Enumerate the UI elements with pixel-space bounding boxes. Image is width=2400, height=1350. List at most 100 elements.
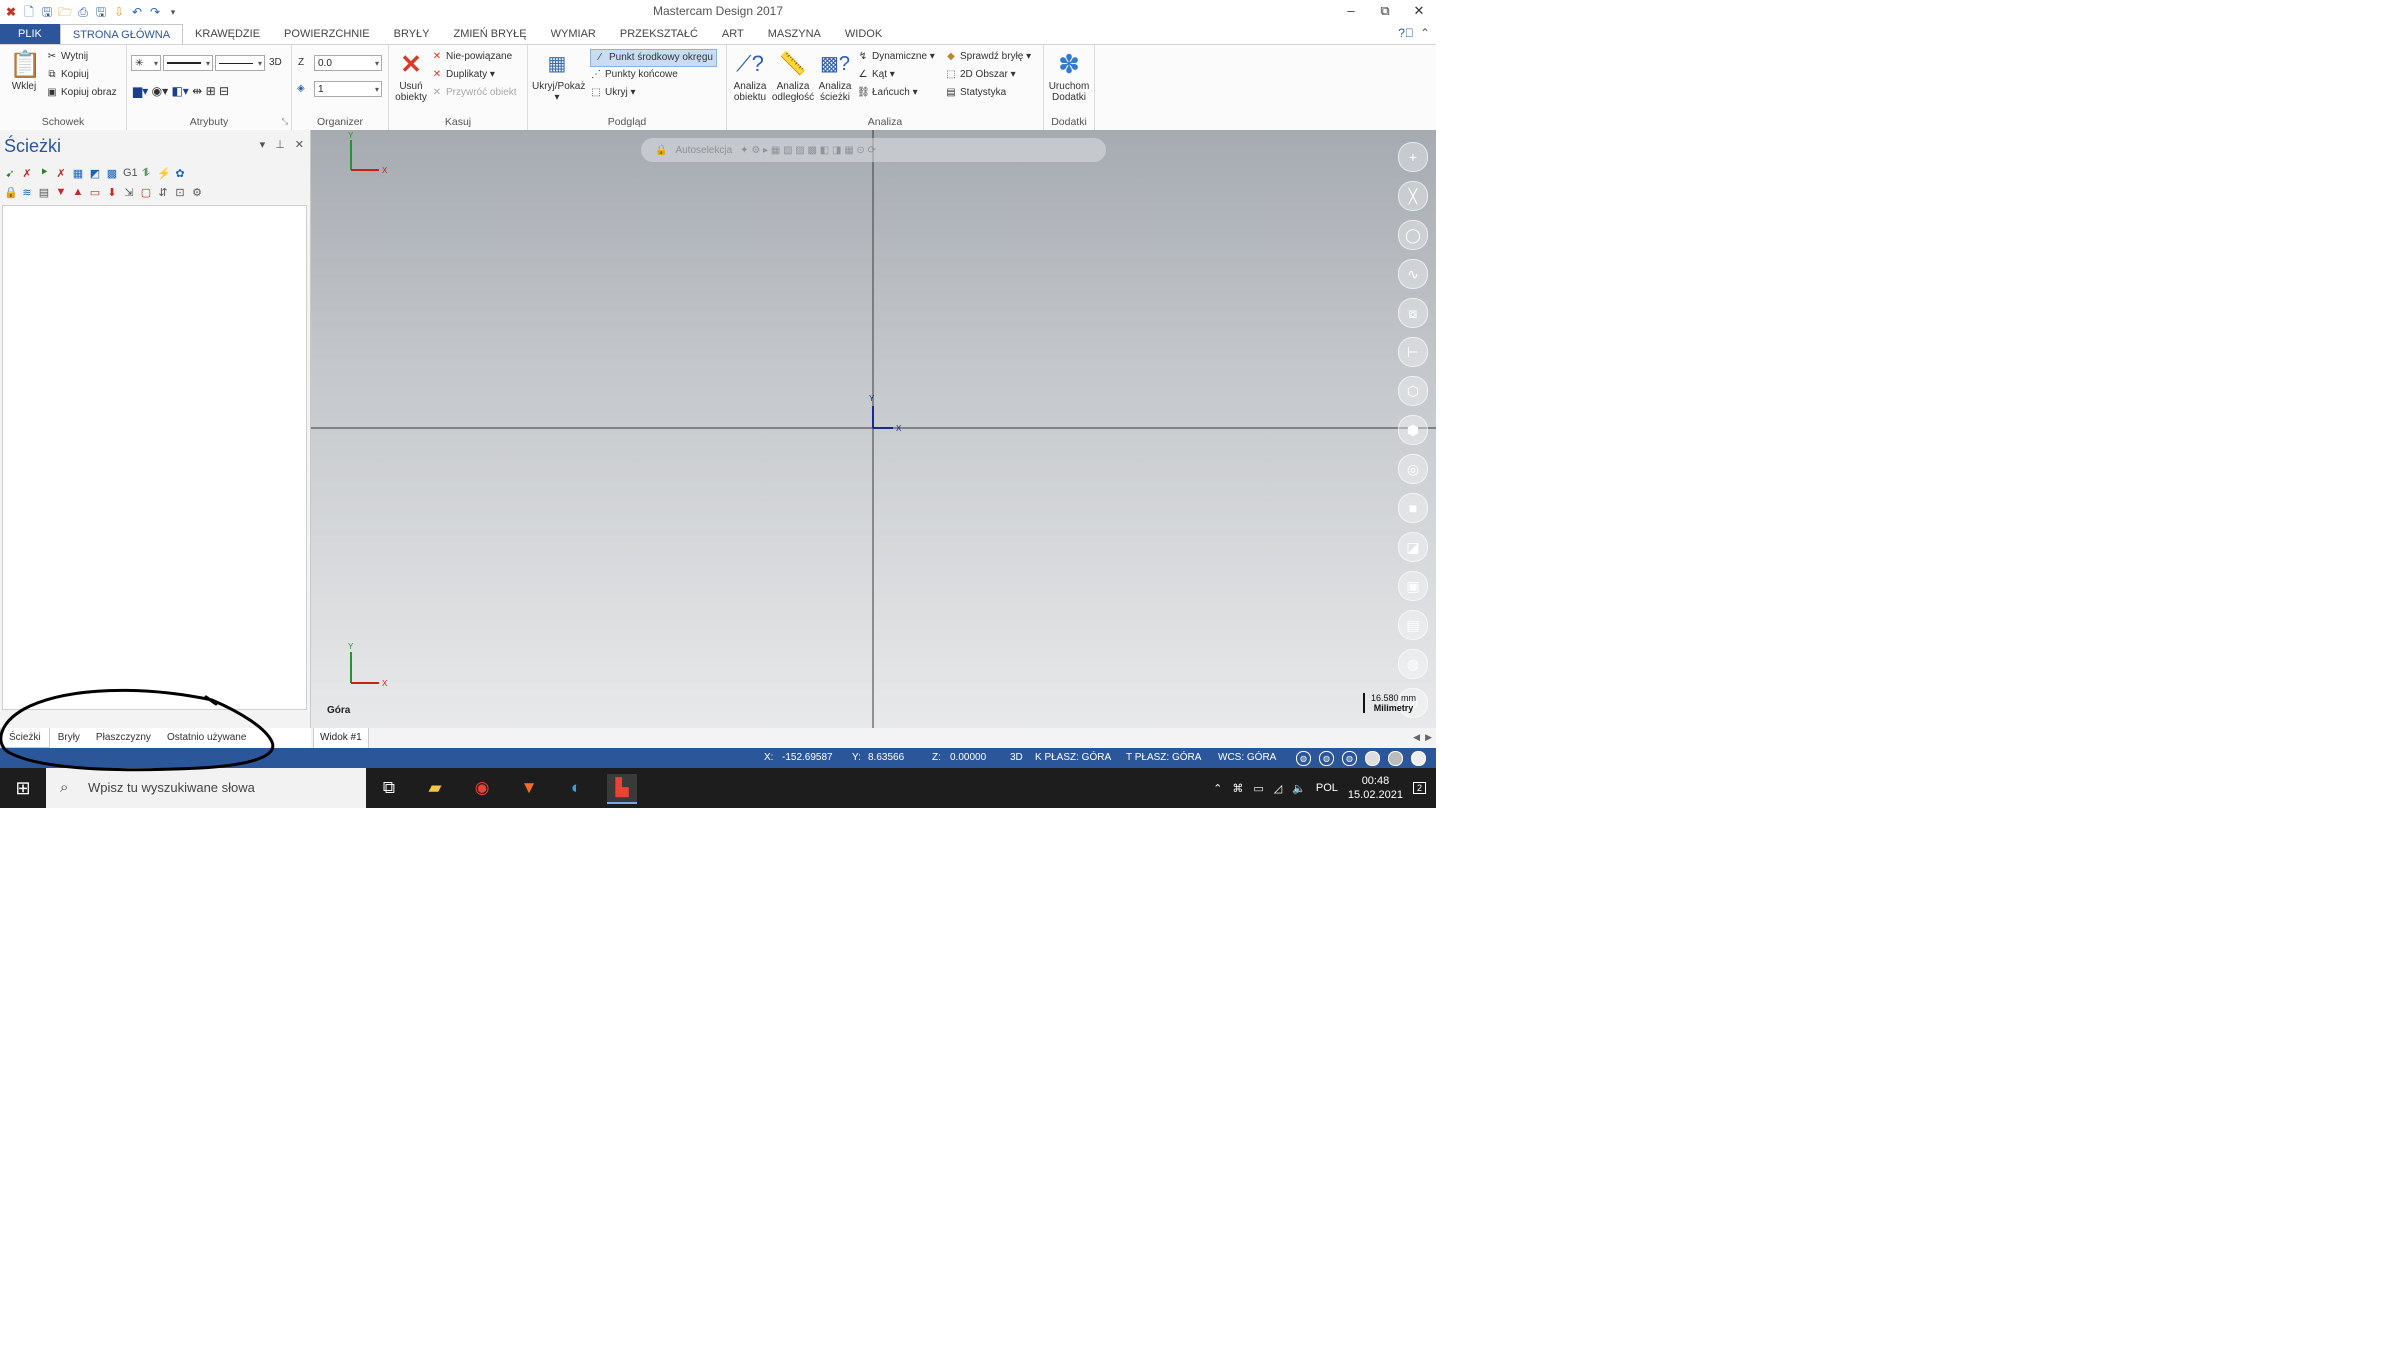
notifications-icon[interactable]: 2 (1412, 782, 1426, 794)
move-down-icon[interactable]: ▼ (55, 186, 67, 198)
ribbon-tab-5[interactable]: ZMIEŃ BRYŁĘ (441, 24, 538, 44)
solid-color-icon[interactable]: ◉▾ (152, 84, 169, 98)
unbound-button[interactable]: ✕ Nie-powiązane (431, 49, 512, 65)
hide-show-button[interactable]: ▦ Ukryj/Pokaż ▾ (532, 49, 585, 103)
select-level-icon[interactable]: ◪ (1398, 532, 1428, 562)
clear-colors-icon[interactable]: ◍ (1398, 649, 1428, 679)
toggle-posting-icon[interactable]: ≋ (21, 186, 33, 199)
simulate-icon[interactable]: ▩ (106, 167, 118, 180)
lock-icon[interactable]: 🔒 (4, 186, 18, 199)
ribbon-tab-7[interactable]: PRZEKSZTAŁĆ (608, 24, 710, 44)
minimize-button[interactable]: – (1334, 0, 1368, 22)
attribute-manager-icon[interactable]: ⊟ (219, 84, 229, 98)
select-solid-faces-icon[interactable]: ⬢ (1398, 415, 1428, 445)
select-dimensions-icon[interactable]: ⊢ (1398, 337, 1428, 367)
panel-tab-3[interactable]: Ostatnio używane (159, 728, 255, 748)
delete-entities-button[interactable]: ✕ Usuń obiekty (393, 49, 429, 103)
z-depth-input[interactable]: 0.0 ▾ (314, 55, 382, 71)
restore-button[interactable]: ⧉ (1368, 0, 1402, 22)
shaded-edges-icon[interactable] (1388, 751, 1403, 766)
copy-image-button[interactable]: ▣ Kopiuj obraz (46, 85, 116, 101)
chain-button[interactable]: ⛓ Łańcuch ▾ (857, 85, 918, 101)
panel-tab-0[interactable]: Ścieżki (0, 728, 50, 748)
select-splines-icon[interactable]: ∿ (1398, 259, 1428, 289)
tray-chevron-icon[interactable]: ⌃ (1213, 782, 1222, 795)
angle-button[interactable]: ∠ Kąt ▾ (857, 67, 895, 83)
translucency-icon[interactable] (1411, 751, 1426, 766)
shaded-icon[interactable] (1365, 751, 1380, 766)
clock[interactable]: 00:48 15.02.2021 (1348, 774, 1403, 802)
backplot-icon[interactable]: ▦ (72, 167, 84, 180)
battery-icon[interactable]: ▭ (1253, 782, 1263, 795)
endpoints-button[interactable]: ⋰ Punkty końcowe (590, 67, 678, 83)
selection-lock-icon[interactable]: 🔒 (655, 145, 667, 156)
area-2d-button[interactable]: ⬚ 2D Obszar ▾ (945, 67, 1015, 83)
line-style-combo[interactable]: ▾ (163, 55, 213, 71)
analyze-entity-button[interactable]: ⟋? Analiza obiektu (729, 49, 771, 103)
graphics-viewport[interactable]: Y X Y X Y X 🔒 Autoselekcja ✦ ⚙ ▸ ▦ ▧ ▨ ▩… (311, 130, 1436, 728)
hidden-line-icon[interactable]: ◍ (1342, 751, 1357, 766)
select-only-points-icon[interactable]: ╳ (1398, 181, 1428, 211)
wcs-selector[interactable]: WCS: GÓRA (1218, 748, 1276, 768)
file-explorer-icon[interactable]: ▰ (420, 774, 450, 802)
close-button[interactable]: ✕ (1402, 0, 1436, 22)
tplane-selector[interactable]: T PŁASZ: GÓRA (1126, 748, 1201, 768)
three-d-toggle[interactable]: 3D (269, 55, 282, 71)
level-input[interactable]: 1 ▾ (314, 81, 382, 97)
view-tab[interactable]: Widok #1 (313, 728, 369, 749)
select-meshes-icon[interactable]: ◎ (1398, 454, 1428, 484)
search-input[interactable]: Wpisz tu wyszukiwane słowa (88, 780, 255, 795)
select-all-ops-icon[interactable]: ➹ (4, 167, 16, 180)
autoselect-combo[interactable]: Autoselekcja (675, 145, 732, 156)
analyze-distance-button[interactable]: 📏 Analiza odległość (771, 49, 815, 103)
statistics-button[interactable]: ▤ Statystyka (945, 85, 1006, 101)
regenerate-selected-icon[interactable]: ⯈ (38, 167, 50, 180)
windows-start-icon[interactable]: ⊞ (0, 768, 46, 808)
wireframe-sphere-icon[interactable]: ◍ (1319, 751, 1334, 766)
select-solids-icon[interactable]: ⬡ (1398, 376, 1428, 406)
tab-prev-icon[interactable]: ◀ (1413, 732, 1420, 742)
surface-color-icon[interactable]: ◧▾ (171, 84, 188, 98)
verify-icon[interactable]: ◩ (89, 167, 101, 180)
language-indicator[interactable]: POL (1316, 782, 1338, 794)
paste-button[interactable]: 📋 Wklej (4, 49, 44, 92)
move-up-icon[interactable]: ▲ (72, 186, 84, 198)
ribbon-tab-2[interactable]: KRAWĘDZIE (183, 24, 272, 44)
panel-tab-2[interactable]: Płaszczyzny (88, 728, 159, 748)
select-color-icon[interactable]: ■ (1398, 493, 1428, 523)
brave-icon[interactable]: ▼ (514, 774, 544, 802)
restore-entity-button[interactable]: ✕ Przywróć obiekt (431, 85, 517, 101)
options-icon[interactable]: ⚙ (191, 186, 203, 199)
attributes-launcher-icon[interactable]: ⤡ (282, 117, 288, 127)
help-icon[interactable]: ?⃝ (1398, 26, 1414, 40)
collapse-icon[interactable]: ⊡ (174, 186, 186, 199)
display-selected-icon[interactable]: ▢ (140, 186, 152, 199)
clear-color-icon[interactable]: ⇹ (192, 84, 202, 98)
circle-center-button[interactable]: ⁄ Punkt środkowy okręgu (590, 49, 717, 67)
insert-arrow-icon[interactable]: ▭ (89, 186, 101, 199)
copy-button[interactable]: ⧉ Kopiuj (46, 67, 88, 83)
network-usb-icon[interactable]: ⌘ (1232, 782, 1243, 795)
select-results-icon[interactable]: ▤ (1398, 610, 1428, 640)
collapse-ribbon-icon[interactable]: ⌃ (1420, 26, 1430, 40)
ribbon-tab-6[interactable]: WYMIAR (539, 24, 608, 44)
ribbon-tab-9[interactable]: MASZYNA (756, 24, 833, 44)
tab-next-icon[interactable]: ▶ (1425, 732, 1432, 742)
select-groups-icon[interactable]: ▣ (1398, 571, 1428, 601)
wifi-icon[interactable]: ◿ (1274, 782, 1282, 795)
regenerate-dirty-icon[interactable]: ✗ (55, 167, 67, 180)
select-failed-icon[interactable]: ✗ (21, 167, 33, 180)
panel-dropdown-icon[interactable]: ▾ (260, 138, 266, 151)
check-solid-button[interactable]: ◆ Sprawdź bryłę ▾ (945, 49, 1031, 65)
duplicates-button[interactable]: ✕ Duplikaty ▾ (431, 67, 495, 83)
toolpath-tree[interactable] (2, 205, 307, 710)
batch-icon[interactable]: ▤ (38, 186, 50, 199)
expand-icon[interactable]: ⇵ (157, 186, 169, 199)
globe-icon[interactable]: ◍ (1296, 751, 1311, 766)
line-width-combo[interactable]: ▾ (215, 55, 265, 71)
panel-close-icon[interactable]: ✕ (295, 138, 304, 151)
only-display-icon[interactable]: ⇲ (123, 186, 135, 199)
taskbar-search[interactable]: ⌕ Wpisz tu wyszukiwane słowa (46, 768, 366, 808)
hide-button[interactable]: ⬚ Ukryj ▾ (590, 85, 635, 101)
mastercam-taskbar-icon[interactable]: ▙ (607, 774, 637, 804)
